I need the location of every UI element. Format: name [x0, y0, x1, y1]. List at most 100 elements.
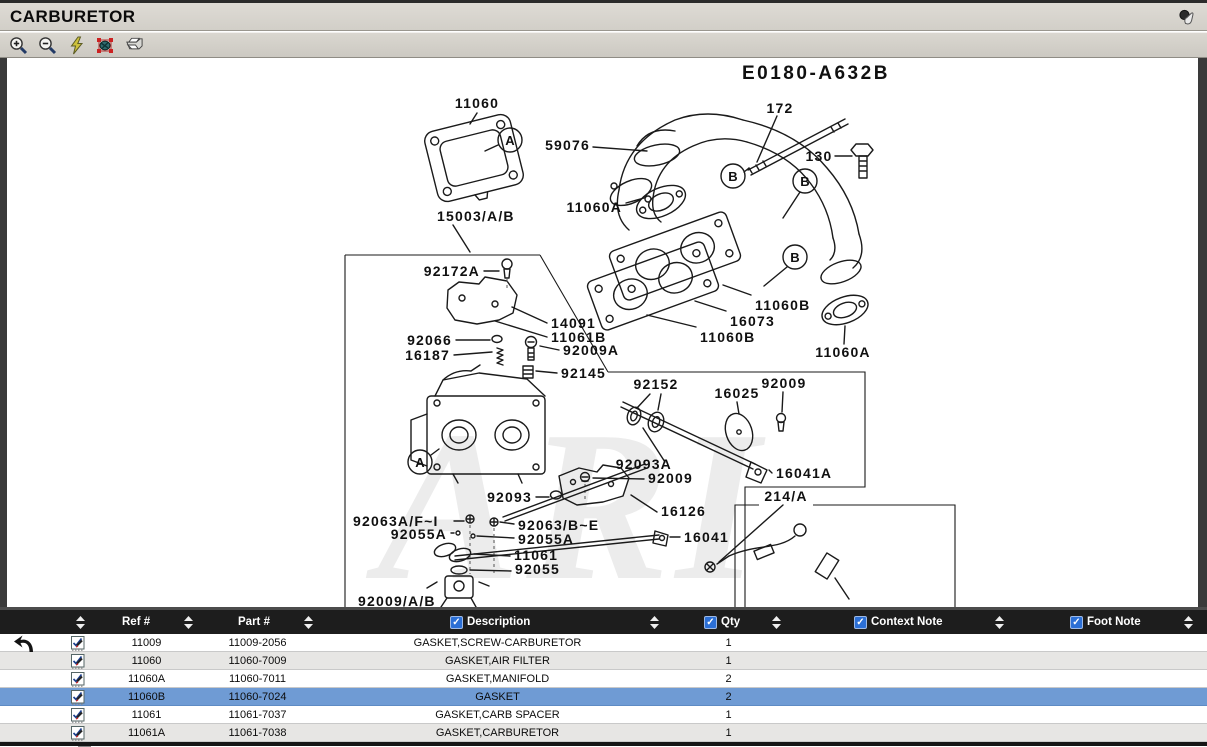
label-16041[interactable]: 16041: [684, 529, 729, 545]
label-15003[interactable]: 15003/A/B: [437, 208, 515, 224]
pick-list-icon[interactable]: [48, 671, 108, 687]
cell-ref: 11009: [108, 637, 185, 649]
title-bar: CARBURETOR: [0, 3, 1207, 31]
zoom-in-icon[interactable]: [8, 35, 28, 55]
cell-part: 11061-7038: [185, 727, 330, 739]
print-icon[interactable]: [124, 35, 144, 55]
cell-part: 11060-7024: [185, 691, 330, 703]
marker-b1: B: [728, 169, 737, 184]
cell-qty: 1: [665, 727, 792, 739]
label-92009a[interactable]: 92009A: [563, 342, 619, 358]
pick-list-icon[interactable]: [48, 653, 108, 669]
label-16041a[interactable]: 16041A: [776, 465, 832, 481]
context-note-checkbox[interactable]: ✓: [854, 616, 867, 629]
label-92009-1[interactable]: 92009: [762, 375, 807, 391]
sort-button[interactable]: [76, 610, 85, 634]
sort-button[interactable]: [995, 610, 1004, 634]
zoom-out-icon[interactable]: [37, 35, 57, 55]
label-16025[interactable]: 16025: [715, 385, 760, 401]
part-screw-92172a: [502, 259, 512, 278]
label-92152[interactable]: 92152: [634, 376, 679, 392]
label-92145[interactable]: 92145: [561, 365, 606, 381]
foot-note-checkbox[interactable]: ✓: [1070, 616, 1083, 629]
cell-description: GASKET: [330, 691, 665, 703]
label-16187[interactable]: 16187: [405, 347, 450, 363]
part-screw-92009a: [526, 337, 537, 361]
cell-description: GASKET,CARB SPACER: [330, 709, 665, 721]
sort-button[interactable]: [1184, 610, 1193, 634]
label-11060a-2[interactable]: 11060A: [815, 344, 870, 360]
table-row[interactable]: 11060A 11060-7011 GASKET,MANIFOLD 2: [0, 670, 1207, 688]
label-92055a-1[interactable]: 92055A: [391, 526, 447, 542]
marker-a1: A: [505, 133, 515, 148]
column-header-qty: ✓Qty: [704, 610, 740, 634]
part-spring-92145: [523, 366, 533, 378]
part-washer-92066: [492, 336, 502, 343]
parts-table: Ref # Part # ✓Description ✓Qty ✓Context …: [0, 607, 1207, 747]
label-130[interactable]: 130: [806, 148, 833, 164]
pick-list-icon[interactable]: [48, 707, 108, 723]
qty-checkbox[interactable]: ✓: [704, 616, 717, 629]
label-11060b-2[interactable]: 11060B: [700, 329, 755, 345]
label-92009-2[interactable]: 92009: [648, 470, 693, 486]
column-header-foot-note: ✓Foot Note: [1070, 610, 1141, 634]
column-header-ref: Ref #: [122, 610, 150, 634]
exploded-diagram: ARI E0180-A632B: [7, 58, 1198, 607]
label-92093[interactable]: 92093: [487, 489, 532, 505]
cell-ref: 11061A: [108, 727, 185, 739]
toolbar: [0, 32, 1207, 58]
sort-button[interactable]: [184, 610, 193, 634]
label-59076[interactable]: 59076: [545, 137, 590, 153]
table-row[interactable]: 11060 11060-7009 GASKET,AIR FILTER 1: [0, 652, 1207, 670]
cell-description: GASKET,SCREW-CARBURETOR: [330, 637, 665, 649]
pick-list-icon[interactable]: [48, 635, 108, 651]
label-214a[interactable]: 214/A: [764, 488, 807, 504]
label-92009ab[interactable]: 92009/A/B: [358, 593, 436, 607]
table-row[interactable]: 11061A 11061-7038 GASKET,CARBURETOR 1: [0, 724, 1207, 742]
column-header-description: ✓Description: [450, 610, 530, 634]
cell-part: 11060-7011: [185, 673, 330, 685]
cell-qty: 2: [665, 673, 792, 685]
group-box-214: [735, 505, 955, 607]
hand-grab-icon[interactable]: [1177, 7, 1197, 27]
part-gasket-11060a-1: [632, 179, 691, 226]
description-checkbox[interactable]: ✓: [450, 616, 463, 629]
diagram-viewport: ARI E0180-A632B: [0, 58, 1207, 607]
sort-button[interactable]: [772, 610, 781, 634]
part-spring-16187: [497, 348, 503, 365]
cell-qty: 1: [665, 655, 792, 667]
table-header: Ref # Part # ✓Description ✓Qty ✓Context …: [0, 607, 1207, 634]
cell-part: 11009-2056: [185, 637, 330, 649]
cell-ref: 11061: [108, 709, 185, 721]
cell-ref: 11060A: [108, 673, 185, 685]
label-11060[interactable]: 11060: [455, 95, 499, 111]
back-arrow-icon[interactable]: [0, 634, 48, 652]
label-16126[interactable]: 16126: [661, 503, 706, 519]
label-16073[interactable]: 16073: [730, 313, 775, 329]
lightning-icon[interactable]: [66, 35, 86, 55]
partsmart-window: CARBURETOR: [0, 0, 1207, 747]
part-flange-plate-1: [608, 210, 742, 301]
part-screw-92009-top: [777, 414, 786, 432]
table-row-selected[interactable]: 11060B 11060-7024 GASKET 2: [0, 688, 1207, 706]
sort-button[interactable]: [304, 610, 313, 634]
label-92066[interactable]: 92066: [407, 332, 452, 348]
label-92055a-2[interactable]: 92055A: [518, 531, 574, 547]
label-92055[interactable]: 92055: [515, 561, 560, 577]
hotspot-select-icon[interactable]: [95, 35, 115, 55]
label-11060a-1[interactable]: 11060A: [567, 199, 622, 215]
pick-list-icon[interactable]: [48, 689, 108, 705]
label-92172a[interactable]: 92172A: [424, 263, 480, 279]
label-11060b-1[interactable]: 11060B: [755, 297, 810, 313]
table-row[interactable]: 11009 11009-2056 GASKET,SCREW-CARBURETOR…: [0, 634, 1207, 652]
sort-button[interactable]: [650, 610, 659, 634]
pick-list-icon[interactable]: [48, 725, 108, 741]
column-header-part: Part #: [238, 610, 270, 634]
diagram-code: E0180-A632B: [742, 63, 890, 84]
part-bracket-14091: [447, 277, 517, 324]
label-172[interactable]: 172: [767, 100, 794, 116]
cell-ref: 11060B: [108, 691, 185, 703]
cell-qty: 1: [665, 709, 792, 721]
cell-description: GASKET,CARBURETOR: [330, 727, 665, 739]
table-row[interactable]: 11061 11061-7037 GASKET,CARB SPACER 1: [0, 706, 1207, 724]
